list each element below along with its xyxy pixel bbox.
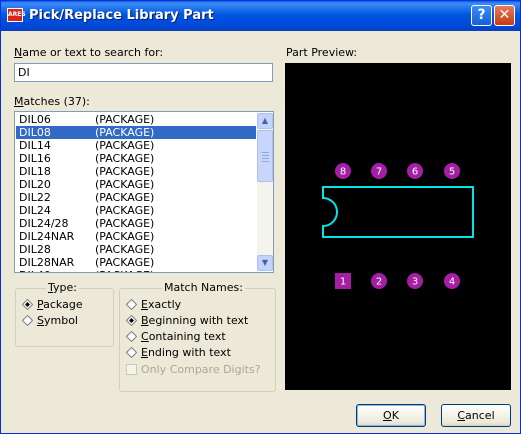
- radio-unchecked-icon: [126, 299, 137, 310]
- list-item-type: (PACKAGE): [95, 139, 155, 152]
- list-item-name: DIL06: [19, 113, 51, 126]
- only-compare-digits-checkbox[interactable]: Only Compare Digits?: [126, 363, 261, 377]
- list-item[interactable]: DIL20 (PACKAGE): [16, 178, 256, 191]
- pin-number-label: 1: [340, 277, 346, 288]
- list-item-type: (PACKAGE): [95, 113, 155, 126]
- list-item-name: DIL28NAR: [19, 256, 75, 269]
- list-item-type: (PACKAGE): [95, 152, 155, 165]
- pin-number-label: 8: [340, 167, 346, 178]
- ares-app-icon: ARES: [7, 8, 26, 22]
- list-item-type: (PACKAGE): [95, 204, 155, 217]
- search-label: Name or text to search for:: [14, 46, 164, 59]
- match-option-beginning[interactable]: Beginning with text: [126, 314, 248, 328]
- list-item[interactable]: DIL16 (PACKAGE): [16, 152, 256, 165]
- radio-unchecked-icon: [126, 331, 137, 342]
- list-item-name: DIL20: [19, 178, 51, 191]
- scroll-down-icon[interactable]: ▼: [257, 255, 273, 271]
- list-item-name: DIL08: [19, 126, 51, 139]
- list-item[interactable]: DIL24 (PACKAGE): [16, 204, 256, 217]
- match-option-ending[interactable]: Ending with text: [126, 346, 231, 360]
- list-item-type: (PACKAGE): [95, 165, 155, 178]
- type-option-package[interactable]: Package: [22, 298, 83, 312]
- pin-number-label: 3: [412, 277, 418, 288]
- option-label: Package: [37, 298, 83, 311]
- list-item-name: DIL14: [19, 139, 51, 152]
- option-label: Exactly: [141, 298, 182, 311]
- pin-number-label: 2: [376, 277, 382, 288]
- list-item[interactable]: DIL28NAR (PACKAGE): [16, 256, 256, 269]
- cancel-button[interactable]: Cancel: [441, 404, 511, 427]
- list-item-name: DIL24NAR: [19, 230, 75, 243]
- ok-button[interactable]: OK: [356, 404, 426, 427]
- radio-checked-icon: [126, 315, 137, 326]
- dil08-footprint-drawing: 8 7 6 5 1 2 3 4: [322, 163, 474, 289]
- list-item-type: (PACKAGE): [95, 191, 155, 204]
- list-item[interactable]: DIL24/28 (PACKAGE): [16, 217, 256, 230]
- dialog-title: Pick/Replace Library Part: [29, 8, 214, 23]
- type-option-symbol[interactable]: Symbol: [22, 314, 78, 328]
- pin-number-label: 5: [449, 167, 455, 178]
- list-item-type: (PACKAGE): [95, 269, 154, 272]
- list-item-type: (PACKAGE): [95, 230, 155, 243]
- option-label: Ending with text: [141, 346, 231, 359]
- list-item-name: DIL22: [19, 191, 51, 204]
- title-bar[interactable]: ARES Pick/Replace Library Part ? ✕: [1, 1, 520, 31]
- match-option-containing[interactable]: Containing text: [126, 330, 226, 344]
- dialog-window: ARES Pick/Replace Library Part ? ✕ Name …: [0, 0, 521, 434]
- close-button[interactable]: ✕: [494, 5, 515, 26]
- pin-number-label: 4: [449, 277, 455, 288]
- part-preview-canvas: 8 7 6 5 1 2 3 4: [285, 63, 511, 390]
- match-names-group-title: Match Names:: [162, 281, 245, 294]
- list-item[interactable]: DIL24NAR (PACKAGE): [16, 230, 256, 243]
- list-item-name: DIL24/28: [19, 217, 69, 230]
- radio-checked-icon: [22, 299, 33, 310]
- list-item-type: (PACKAGE): [95, 256, 155, 269]
- option-label: Symbol: [37, 314, 78, 327]
- matches-listbox[interactable]: DIL06 (PACKAGE) DIL08 (PACKAGE) DIL14 (PACKAG…: [14, 111, 274, 273]
- list-item-name: DIL24: [19, 204, 51, 217]
- list-item-name: DIL18: [19, 165, 51, 178]
- list-item-name: DIL40: [19, 269, 51, 272]
- list-item-type: (PACKAGE): [95, 178, 155, 191]
- list-item[interactable]: DIL14 (PACKAGE): [16, 139, 256, 152]
- list-item[interactable]: DIL28 (PACKAGE): [16, 243, 256, 256]
- type-group-title: Type:: [46, 281, 79, 294]
- list-item-name: DIL16: [19, 152, 51, 165]
- option-label: Containing text: [141, 330, 226, 343]
- list-item-name: DIL28: [19, 243, 51, 256]
- matches-scrollbar[interactable]: ▲ ▼: [257, 113, 273, 271]
- list-item-type: (PACKAGE): [95, 126, 155, 139]
- type-group: Type: Package Symbol: [15, 281, 114, 347]
- match-names-group: Match Names: Exactly Beginning with text…: [119, 281, 276, 392]
- package-outline: [322, 186, 474, 238]
- matches-label: Matches (37):: [14, 95, 90, 108]
- list-item-type: (PACKAGE): [95, 243, 155, 256]
- pin-number-label: 6: [412, 167, 418, 178]
- checkbox-icon: [126, 364, 137, 375]
- search-input[interactable]: [14, 63, 273, 82]
- match-option-exactly[interactable]: Exactly: [126, 298, 181, 312]
- help-button[interactable]: ?: [471, 5, 492, 26]
- list-item[interactable]: DIL08 (PACKAGE): [16, 126, 256, 139]
- option-label: Beginning with text: [141, 314, 249, 327]
- scroll-thumb[interactable]: [257, 130, 273, 182]
- radio-unchecked-icon: [126, 347, 137, 358]
- list-item[interactable]: DIL22 (PACKAGE): [16, 191, 256, 204]
- radio-unchecked-icon: [22, 315, 33, 326]
- scroll-up-icon[interactable]: ▲: [257, 113, 273, 129]
- list-item-type: (PACKAGE): [95, 217, 155, 230]
- pin-number-label: 7: [376, 167, 382, 178]
- list-item[interactable]: DIL18 (PACKAGE): [16, 165, 256, 178]
- list-item[interactable]: DIL40 (PACKAGE): [16, 269, 256, 272]
- matches-list: DIL06 (PACKAGE) DIL08 (PACKAGE) DIL14 (PACKAG…: [16, 113, 256, 272]
- list-item[interactable]: DIL06 (PACKAGE): [16, 113, 256, 126]
- part-preview-label: Part Preview:: [286, 46, 358, 59]
